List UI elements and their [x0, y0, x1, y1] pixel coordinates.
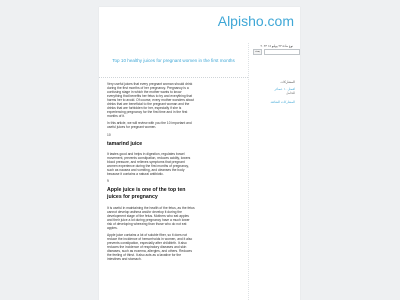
item-number: 9	[107, 179, 109, 184]
post-title[interactable]: Top 10 healthy juices for pregnant women…	[99, 58, 248, 65]
intro-paragraph: Very useful juices that every pregnant w…	[107, 82, 195, 119]
sidebar-heading: المشاركات	[280, 80, 295, 84]
sidebar-item-post[interactable]: افضل ١٠ عصائر للحامل	[253, 87, 295, 95]
section-paragraph: It is useful in maintaining the health o…	[107, 205, 195, 230]
site-title[interactable]: Alpisho.com	[218, 13, 294, 29]
sidebar: بحث المشاركات افضل ١٠ عصائر للحامل المشا…	[248, 43, 300, 300]
search-button[interactable]: بحث	[253, 49, 262, 55]
main-column: Top 10 healthy juices for pregnant women…	[99, 43, 248, 300]
item-number: 10	[107, 132, 111, 137]
section-paragraph: Apple juice contains a lot of soluble fi…	[107, 232, 193, 262]
search-input[interactable]	[264, 49, 300, 55]
sidebar-item-label: المشاركات الشائعة	[270, 100, 296, 104]
post-body: Very useful juices that every pregnant w…	[107, 82, 195, 264]
sidebar-item-popular[interactable]: المشاركات الشائعة	[253, 100, 296, 104]
section-paragraph: It tastes good and helps in digestion, r…	[107, 152, 191, 177]
section-heading: Apple juice is one of the top ten juices…	[107, 187, 186, 201]
sidebar-list: افضل ١٠ عصائر للحامل المشاركات الشائعة	[253, 87, 296, 109]
sidebar-item-sublabel: للحامل	[286, 91, 295, 95]
section-heading: tamarind juice	[107, 140, 143, 147]
intro-paragraph: In this article, we will review with you…	[107, 121, 192, 130]
page-container: Alpisho.com نوع مادة ٢٣ يوليو ١٥ ٢٠٢٣ To…	[99, 7, 300, 300]
search-row: بحث	[253, 49, 300, 55]
title-divider	[99, 77, 248, 78]
